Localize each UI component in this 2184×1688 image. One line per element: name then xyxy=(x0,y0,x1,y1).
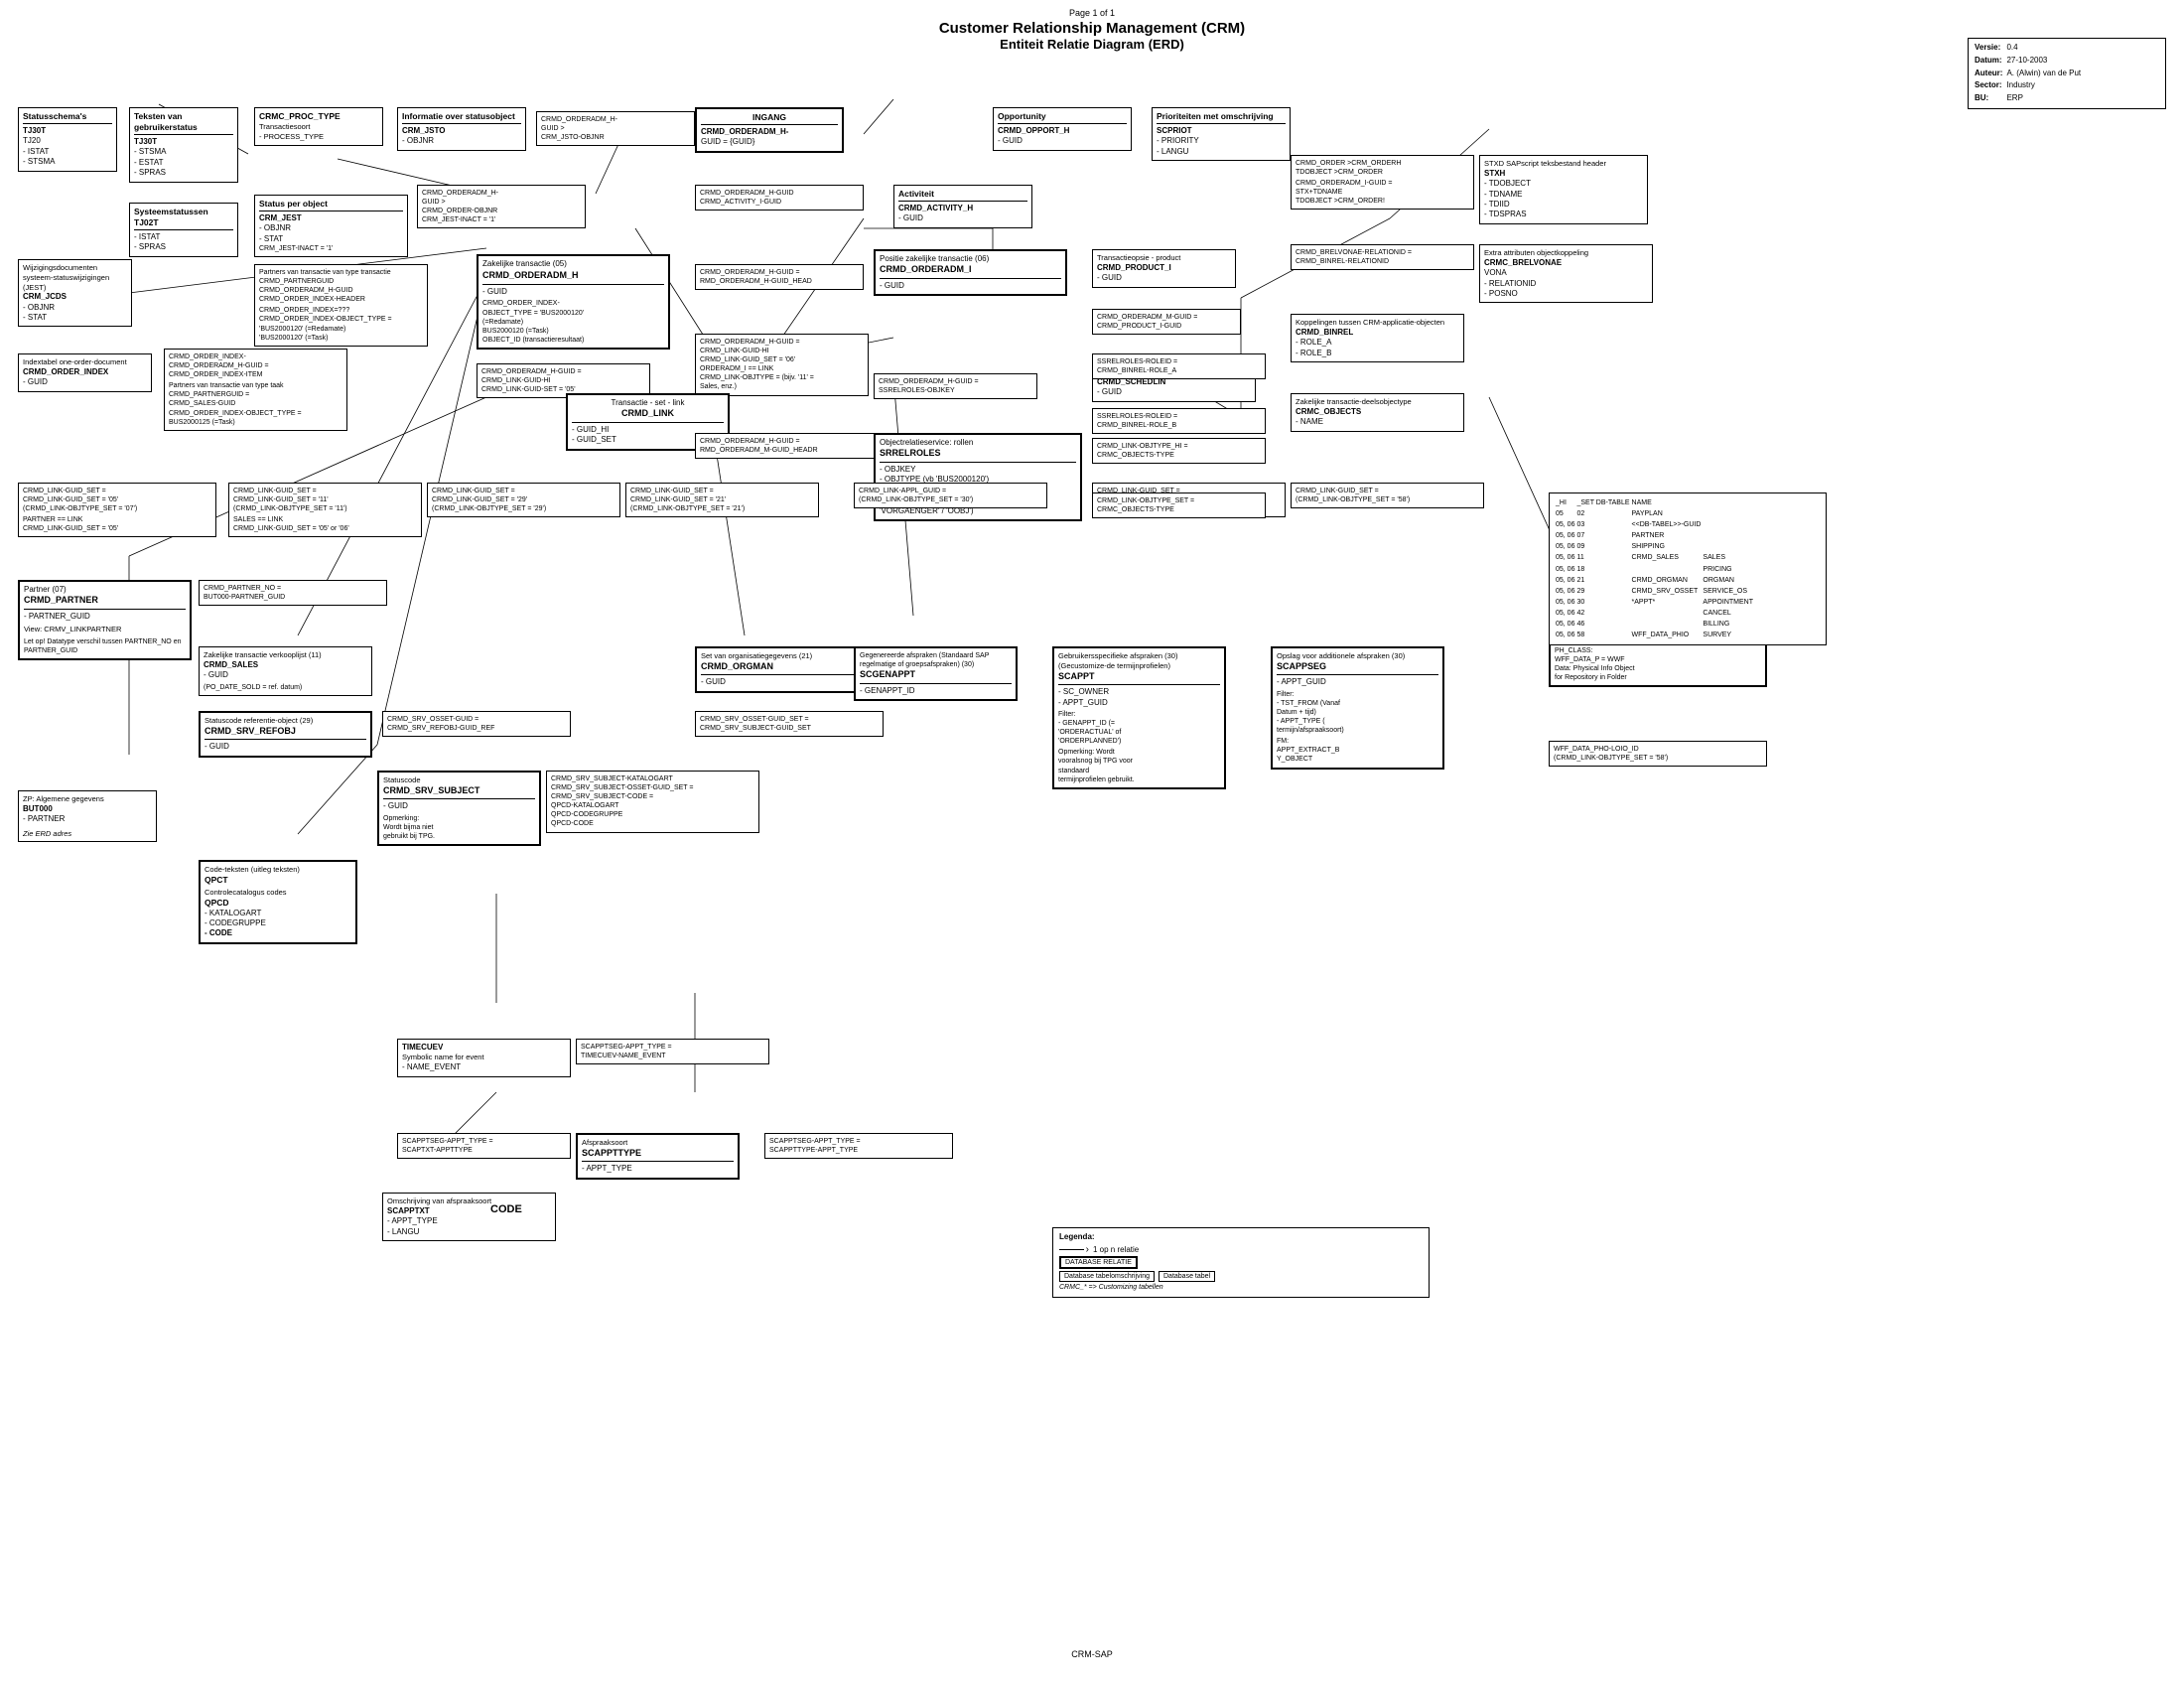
teksten-gebruikerstatus-box: Teksten van gebruikerstatus TJ30T - STSM… xyxy=(129,107,238,183)
scapptseg-appttype-link: SCAPPTSEG-APPT_TYPE = SCAPTXT-APPTTYPE xyxy=(397,1133,571,1159)
wff-loio-link: WFF_DATA_PHO-LOIO_ID (CRMD_LINK-OBJTYPE_… xyxy=(1549,741,1767,767)
crmd-link-objtype-set: CRMD_LINK-OBJTYPE_SET = CRMC_OBJECTS-TYP… xyxy=(1092,492,1266,518)
statusschema-box: Statusschema's TJ30T TJ20 - ISTAT - STSM… xyxy=(18,107,117,172)
crmd-srv-subject-katalog-link: CRMD_SRV_SUBJECT-KATALOGART CRMD_SRV_SUB… xyxy=(546,771,759,833)
but000-box: ZP: Algemene gegevens BUT000 - PARTNER Z… xyxy=(18,790,157,842)
crm-jcds-box: Wijzigingsdocumenten systeem-statuswijzi… xyxy=(18,259,132,327)
systeemstatussen-box: Systeemstatussen TJ02T - ISTAT - SPRAS xyxy=(129,203,238,257)
activiteit-box: Activiteit CRMD_ACTIVITY_H - GUID xyxy=(893,185,1032,228)
opportunity-box: Opportunity CRMD_OPPORT_H - GUID xyxy=(993,107,1132,151)
guid-set-link1: CRMD_ORDERADM_H-GUID = CRMD_LINK-GUID-HI… xyxy=(695,334,869,396)
crmd-srv-refobj-box: Statuscode referentie-object (29) CRMD_S… xyxy=(199,711,372,758)
scgenappt-box: Gegenereerde afspraken (Standaard SAP re… xyxy=(854,646,1018,701)
crmd-orderadm-i-box: Positie zakelijke transactie (06) CRMD_O… xyxy=(874,249,1067,296)
scappseg-box: Opslag voor additionele afspraken (30) S… xyxy=(1271,646,1444,770)
crmc-brelvonae-link: CRMD_BRELVONAE-RELATIONID = CRMD_BINREL-… xyxy=(1291,244,1474,270)
scappttype-timecuev-link: SCAPPTSEG-APPT_TYPE = TIMECUEV-NAME_EVEN… xyxy=(576,1039,769,1064)
info-statusobject-box: Informatie over statusobject CRM_JSTO - … xyxy=(397,107,526,151)
timecuev-box: TIMECUEV Symbolic name for event - NAME_… xyxy=(397,1039,571,1077)
stxh-box: STXD SAPscript teksbestand header STXH -… xyxy=(1479,155,1648,224)
crmd-orderadm-h-box: Zakelijke transactie (05) CRMD_ORDERADM_… xyxy=(477,254,670,350)
link-objtype-5: CRMD_LINK-APPL_GUID = (CRMD_LINK-OBJTYPE… xyxy=(854,483,1047,508)
link-objtype-2: CRMD_LINK-GUID_SET = CRMD_LINK-GUID_SET … xyxy=(228,483,422,537)
page-number: Page 1 of 1 xyxy=(1069,8,1115,18)
crmc-proc-type-box: CRMC_PROC_TYPE Transactiesoort - PROCESS… xyxy=(254,107,383,146)
link-objtype-1: CRMD_LINK-GUID_SET = CRMD_LINK-GUID_SET … xyxy=(18,483,216,537)
page-footer: CRM-SAP xyxy=(0,1649,2184,1659)
crmd-srv-osset-guid-set-link: CRMD_SRV_OSSET-GUID_SET = CRMD_SRV_SUBJE… xyxy=(695,711,884,737)
crmd-orderadm-activity-link: CRMD_ORDERADM_H-GUID = RMD_ORDERADM_H-GU… xyxy=(695,264,864,290)
crmd-order-index-box: Indextabel one-order-document CRMD_ORDER… xyxy=(18,353,152,392)
crmd-srrel-link: CRMD_ORDERADM_H-GUID = SSRELROLES-OBJKEY xyxy=(874,373,1037,399)
orderadm-i-product-link: CRMD_ORDERADM_M-GUID = CRMD_PRODUCT_I-GU… xyxy=(1092,309,1241,335)
link-objtype-3: CRMD_LINK-GUID_SET = CRMD_LINK-GUID_SET … xyxy=(427,483,620,517)
ssrelroles-role-b: SSRELROLES-ROLEID = CRMD_BINREL-ROLE_B xyxy=(1092,408,1266,434)
scappt-box: Gebruikersspecifieke afspraken (30) (Gec… xyxy=(1052,646,1226,789)
scappttype-box: Afspraaksoort SCAPPTTYPE - APPT_TYPE xyxy=(576,1133,740,1180)
link-objtype-4: CRMD_LINK-GUID_SET = CRMD_LINK-GUID_SET … xyxy=(625,483,819,517)
crmd-binrel-box: Koppelingen tussen CRM-applicatie-object… xyxy=(1291,314,1464,362)
crmd-order-index-links: CRMD_ORDER_INDEX- CRMD_ORDERADM_H-GUID =… xyxy=(164,349,347,431)
orderadm-h-links1: CRMD_ORDERADM_H- GUID > CRMD_ORDER-OBJNR… xyxy=(417,185,586,228)
orderadm-m-link: CRMD_ORDERADM_H-GUID = RMD_ORDERADM_M-GU… xyxy=(695,433,879,459)
ssrelroles-role-a: SSRELROLES-ROLEID = CRMD_BINREL-ROLE_A xyxy=(1092,353,1266,379)
main-title: Customer Relationship Management (CRM) xyxy=(0,20,2184,37)
crmc-objects-box: Zakelijke transactie-deelsobjectype CRMC… xyxy=(1291,393,1464,432)
guid-jsto-link: CRMD_ORDERADM_H- GUID > CRM_JSTO-OBJNR xyxy=(536,111,695,146)
page-header: Page 1 of 1 xyxy=(0,0,2184,18)
partners-link1: Partners van transactie van type transac… xyxy=(254,264,428,347)
crmd-orgman-box: Set van organisatiegegevens (21) CRMD_OR… xyxy=(695,646,869,693)
prioriteiten-box: Prioriteiten met omschrijving SCPRIOT - … xyxy=(1152,107,1291,161)
crmd-partner-box: Partner (07) CRMD_PARTNER - PARTNER_GUID… xyxy=(18,580,192,660)
partner-no-link: CRMD_PARTNER_NO = BUT000-PARTNER_GUID xyxy=(199,580,387,606)
scapptxt-box: Omschrijving van afspraaksoort SCAPPTXT … xyxy=(382,1193,556,1241)
crmd-activity-link: CRMD_ORDERADM_H-GUID CRMD_ACTIVITY_I-GUI… xyxy=(695,185,864,211)
legend-box: Legenda: › 1 op n relatie DATABASE RELAT… xyxy=(1052,1227,1430,1298)
crmd-product-i-box: Transactieopsie - product CRMD_PRODUCT_I… xyxy=(1092,249,1236,288)
subtitle: Entiteit Relatie Diagram (ERD) xyxy=(0,37,2184,52)
zakelijke-verkooplijst-box: Zakelijke transactie verkooplijst (11) C… xyxy=(199,646,372,696)
wff-table-box: _HI_SET DB-TABLENAME 0502PAYPLAN 05, 060… xyxy=(1549,492,1827,645)
crm-jest-box: Status per object CRM_JEST - OBJNR - STA… xyxy=(254,195,408,257)
crmd-srv-osset-link: CRMD_SRV_OSSET-GUID = CRMD_SRV_REFOBJ-GU… xyxy=(382,711,571,737)
ingang-box: INGANG CRMD_ORDERADM_H- GUID = {GUID} xyxy=(695,107,844,153)
link-objtype-58: CRMD_LINK-GUID_SET = (CRMD_LINK-OBJTYPE_… xyxy=(1291,483,1484,508)
stxh-link: CRMD_ORDER >CRM_ORDERH TDOBJECT >CRM_ORD… xyxy=(1291,155,1474,210)
crmd-link-objtype-hi: CRMD_LINK-OBJTYPE_HI = CRMC_OBJECTS-TYPE xyxy=(1092,438,1266,464)
scapptseg-scappttype-link: SCAPPTSEG-APPT_TYPE = SCAPPTTYPE-APPT_TY… xyxy=(764,1133,953,1159)
crmc-brelvonae-box: Extra attributen objectkoppeling CRMC_BR… xyxy=(1479,244,1653,303)
code-label: CODE xyxy=(490,1203,522,1215)
crmd-srv-subject-box: Statuscode CRMD_SRV_SUBJECT - GUID Opmer… xyxy=(377,771,541,846)
qpcd-box: Code-teksten (uitleg teksten) QPCT Contr… xyxy=(199,860,357,944)
